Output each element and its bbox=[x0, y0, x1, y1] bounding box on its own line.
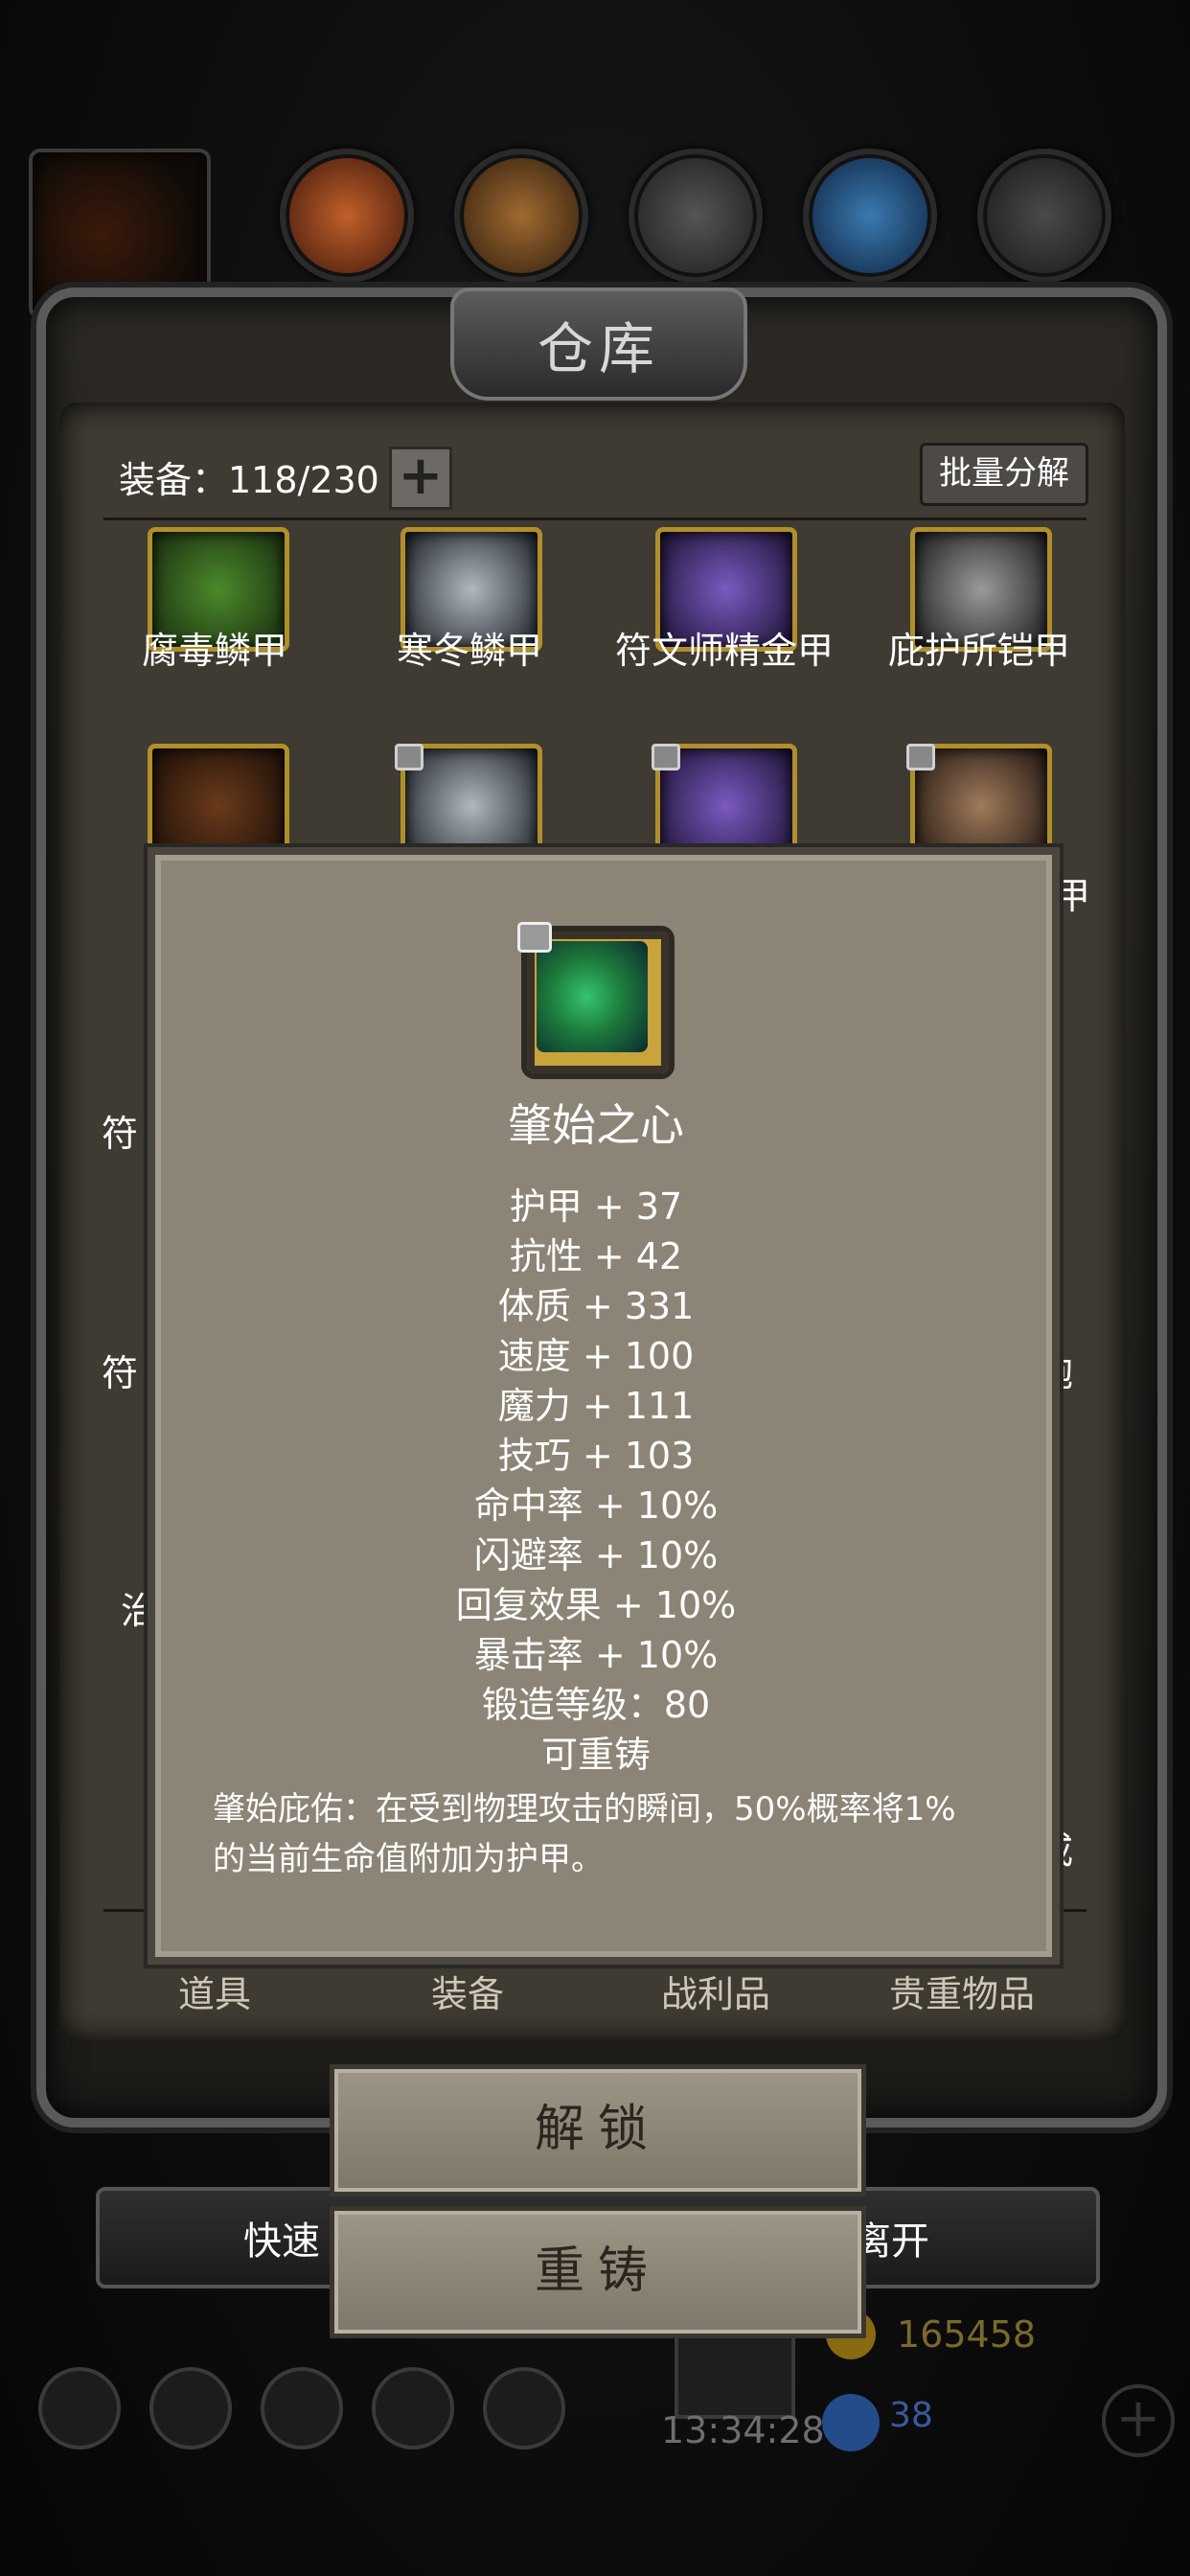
tab-equipment[interactable]: 装备 bbox=[431, 1965, 504, 2017]
batch-decompose-button[interactable]: 批量分解 bbox=[920, 443, 1088, 506]
top-divider bbox=[103, 518, 1087, 520]
stat-speed: 速度 + 100 bbox=[497, 1335, 695, 1377]
item-name: 寒冬鳞甲 bbox=[396, 630, 542, 672]
gem-icon bbox=[822, 2394, 880, 2451]
clock-time: 13:34:28 bbox=[661, 2409, 825, 2451]
stat-recovery: 回复效果 + 10% bbox=[455, 1584, 737, 1626]
gold-amount: 165458 bbox=[897, 2313, 1037, 2356]
stat-magic: 魔力 + 111 bbox=[497, 1385, 695, 1427]
resource-1-icon[interactable] bbox=[280, 149, 414, 283]
stat-dodge-rate: 闪避率 + 10% bbox=[473, 1534, 719, 1576]
unlock-button[interactable]: 解锁 bbox=[330, 2064, 866, 2196]
stat-forge-level: 锻造等级：80 bbox=[481, 1684, 711, 1726]
lock-icon bbox=[652, 744, 680, 770]
stat-reforgeable: 可重铸 bbox=[540, 1734, 651, 1776]
item-name: 符文师精金甲 bbox=[614, 630, 834, 672]
item-name-fragment: 符 bbox=[102, 1352, 139, 1394]
stat-skill: 技巧 + 103 bbox=[497, 1435, 695, 1477]
item-name: 庇护所铠甲 bbox=[887, 630, 1070, 672]
resource-3-icon[interactable] bbox=[629, 149, 763, 283]
item-name-fragment: 符 bbox=[102, 1113, 139, 1155]
lock-icon bbox=[517, 922, 552, 953]
stat-armor: 护甲 + 37 bbox=[509, 1185, 683, 1228]
resource-4-icon[interactable] bbox=[803, 149, 937, 283]
item-name: 腐毒鳞甲 bbox=[141, 630, 287, 672]
resource-5-icon[interactable] bbox=[977, 149, 1111, 283]
equipment-count: 装备：118/230 bbox=[119, 459, 379, 501]
stat-hit-rate: 命中率 + 10% bbox=[473, 1484, 719, 1527]
resource-2-icon[interactable] bbox=[454, 149, 588, 283]
add-currency-icon[interactable]: + bbox=[1102, 2384, 1175, 2457]
map-icon[interactable] bbox=[261, 2367, 343, 2450]
settings-icon[interactable] bbox=[38, 2367, 121, 2450]
warehouse-title: 仓库 bbox=[450, 288, 747, 401]
stat-crit-rate: 暴击率 + 10% bbox=[473, 1634, 719, 1676]
mail-icon[interactable] bbox=[372, 2367, 454, 2450]
tab-items[interactable]: 道具 bbox=[178, 1965, 251, 2017]
shop-icon[interactable] bbox=[483, 2367, 565, 2450]
achievement-icon[interactable] bbox=[149, 2367, 232, 2450]
item-title: 肇始之心 bbox=[508, 1099, 684, 1151]
gem-amount: 38 bbox=[889, 2396, 933, 2435]
item-description: 肇始庇佑：在受到物理攻击的瞬间，50%概率将1%的当前生命值附加为护甲。 bbox=[213, 1790, 956, 1878]
expand-capacity-button[interactable]: + bbox=[389, 447, 452, 510]
quick-button[interactable]: 快速 bbox=[243, 2210, 320, 2266]
tab-valuables[interactable]: 贵重物品 bbox=[889, 1965, 1035, 2017]
heart-gem-icon bbox=[537, 941, 648, 1052]
stat-constitution: 体质 + 331 bbox=[497, 1285, 695, 1327]
lock-icon bbox=[395, 744, 423, 770]
reforge-button[interactable]: 重铸 bbox=[330, 2206, 866, 2338]
stat-resistance: 抗性 + 42 bbox=[509, 1235, 683, 1277]
lock-icon bbox=[906, 744, 935, 770]
tab-loot[interactable]: 战利品 bbox=[661, 1965, 770, 2017]
